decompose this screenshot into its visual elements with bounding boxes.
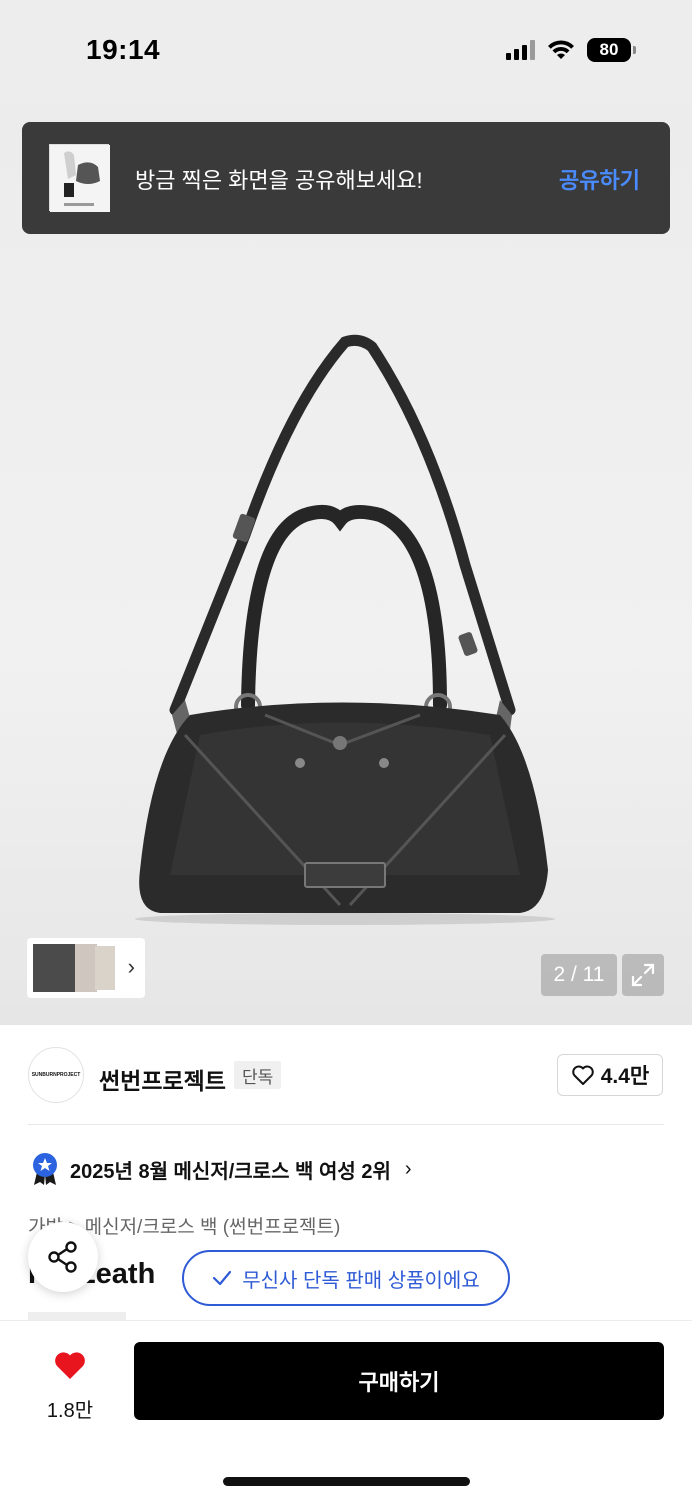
status-time: 19:14 [86,34,161,65]
battery-tip [633,46,636,54]
brand-like-count: 4.4만 [600,1065,650,1088]
status-icons: 80 [506,38,636,62]
product-gallery[interactable]: 방금 찍은 화면을 공유해보세요! 공유하기 › 2 / 11 [0,105,692,1025]
chevron-right-icon[interactable]: › [128,954,135,980]
exclusive-sale-text: 무신사 단독 판매 상품이에요 [242,1269,480,1292]
battery-icon: 80 [587,38,631,62]
home-indicator[interactable] [223,1477,470,1486]
expand-icon [631,963,655,987]
image-thumbnail-strip[interactable]: › [27,938,145,998]
heart-outline-icon [571,1065,594,1085]
brand-like-button[interactable]: 4.4만 [557,1054,663,1096]
brand-name[interactable]: 썬번프로젝트 [99,1062,226,1096]
toast-message: 방금 찍은 화면을 공유해보세요! [135,168,423,193]
bottom-purchase-bar: 1.8만 구매하기 [0,1320,692,1500]
divider [28,1124,664,1125]
wishlist-button[interactable]: 1.8만 [40,1349,100,1423]
thumbnail-image[interactable] [75,944,97,992]
exclusive-sale-notice: 무신사 단독 판매 상품이에요 [182,1250,510,1306]
product-image [135,334,555,925]
expand-image-button[interactable] [622,954,664,996]
status-bar: 19:14 80 [0,0,692,105]
exclusive-badge: 단독 [234,1061,282,1089]
share-icon [48,1241,77,1273]
share-toast: 방금 찍은 화면을 공유해보세요! 공유하기 [22,122,670,234]
share-button[interactable] [28,1222,98,1292]
share-now-button[interactable]: 공유하기 [559,163,640,195]
ranking-link[interactable]: 2025년 8월 메신저/크로스 백 여성 2위 › [30,1152,412,1186]
brand-logo[interactable]: SUNBURNPROJECT [28,1047,84,1103]
chevron-right-icon: › [404,1157,412,1180]
check-icon [213,1270,232,1286]
ranking-badge-icon [33,1153,57,1185]
brand-row: SUNBURNPROJECT 썬번프로젝트 단독 4.4만 [0,1025,692,1125]
screenshot-thumbnail[interactable] [49,144,110,212]
ranking-text: 2025년 8월 메신저/크로스 백 여성 2위 [70,1160,391,1183]
wifi-icon [548,40,574,59]
thumbnail-image[interactable] [31,942,79,994]
image-page-counter: 2 / 11 [541,954,617,996]
wishlist-count: 1.8만 [46,1400,94,1422]
cellular-signal-icon [506,40,535,60]
buy-button[interactable]: 구매하기 [134,1342,664,1420]
thumbnail-image[interactable] [95,946,115,990]
heart-filled-icon [55,1352,85,1379]
